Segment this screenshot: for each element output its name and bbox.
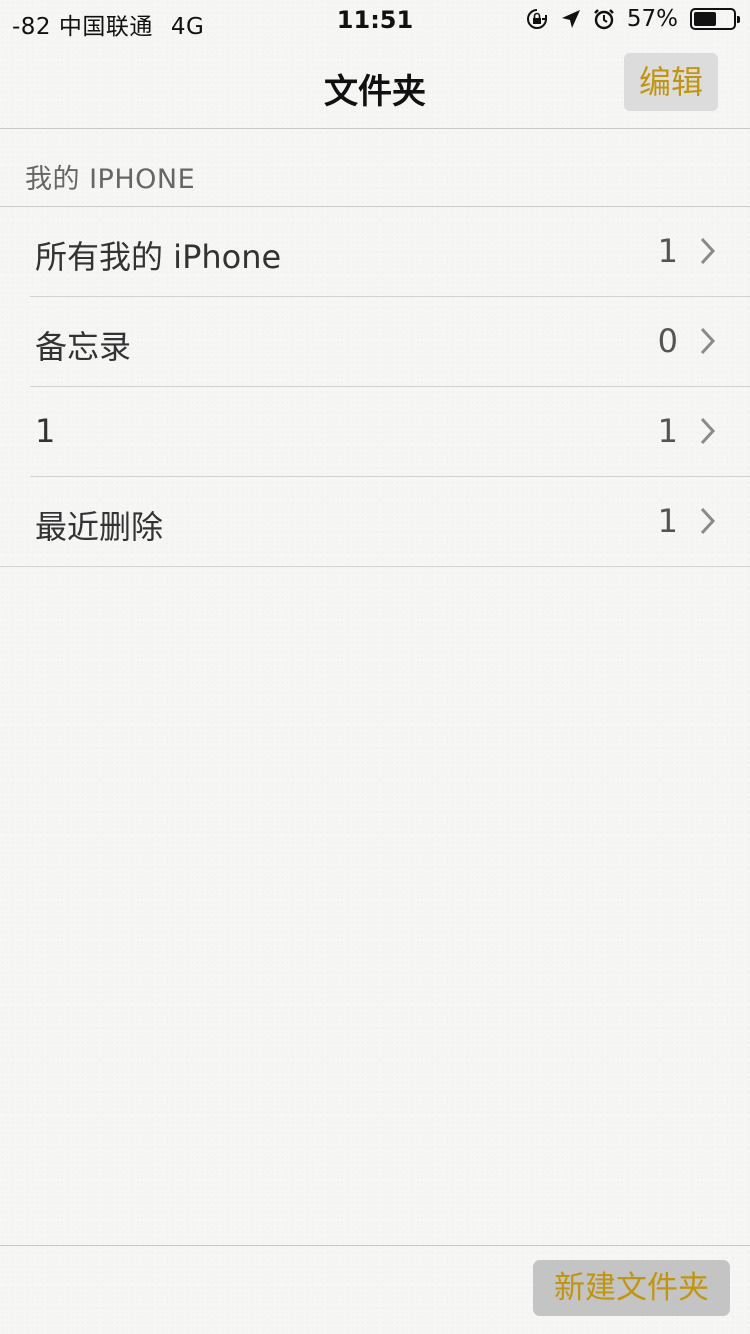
row-divider <box>0 566 750 567</box>
notes-folders-screen: -82 中国联通 4G 11:51 57% 文件夹 编辑 我的 IPHONE 所… <box>0 0 750 1334</box>
folder-count: 1 <box>657 232 678 270</box>
section-header: 我的 IPHONE <box>25 164 196 195</box>
chevron-right-icon <box>700 507 716 535</box>
chevron-right-icon <box>700 237 716 265</box>
alarm-icon <box>593 8 615 30</box>
folder-row-all-iphone[interactable]: 所有我的 iPhone 1 <box>0 207 750 297</box>
folder-name: 备忘录 <box>35 328 132 366</box>
navigation-bar: 文件夹 编辑 <box>0 40 750 128</box>
status-indicators: 57% <box>525 6 740 32</box>
folder-list: 所有我的 iPhone 1 备忘录 0 1 1 最近删除 1 <box>0 207 750 567</box>
folder-row-notes[interactable]: 备忘录 0 <box>0 297 750 387</box>
battery-percent: 57% <box>626 6 678 32</box>
folder-row-1[interactable]: 1 1 <box>0 387 750 477</box>
nav-divider <box>0 128 750 129</box>
folder-row-recently-deleted[interactable]: 最近删除 1 <box>0 477 750 567</box>
orientation-lock-icon <box>525 7 549 31</box>
status-bar: -82 中国联通 4G 11:51 57% <box>0 0 750 40</box>
folder-name: 所有我的 iPhone <box>35 238 282 276</box>
folder-name: 1 <box>35 412 56 450</box>
chevron-right-icon <box>700 327 716 355</box>
chevron-right-icon <box>700 417 716 445</box>
toolbar-divider <box>0 1245 750 1246</box>
battery-icon <box>690 8 740 30</box>
battery-fill <box>694 12 716 26</box>
folder-count: 1 <box>657 502 678 540</box>
edit-button[interactable]: 编辑 <box>624 53 718 111</box>
folder-count: 0 <box>657 322 678 360</box>
folder-name: 最近删除 <box>35 508 164 546</box>
location-arrow-icon <box>561 9 581 29</box>
new-folder-button[interactable]: 新建文件夹 <box>533 1260 730 1316</box>
folder-count: 1 <box>657 412 678 450</box>
